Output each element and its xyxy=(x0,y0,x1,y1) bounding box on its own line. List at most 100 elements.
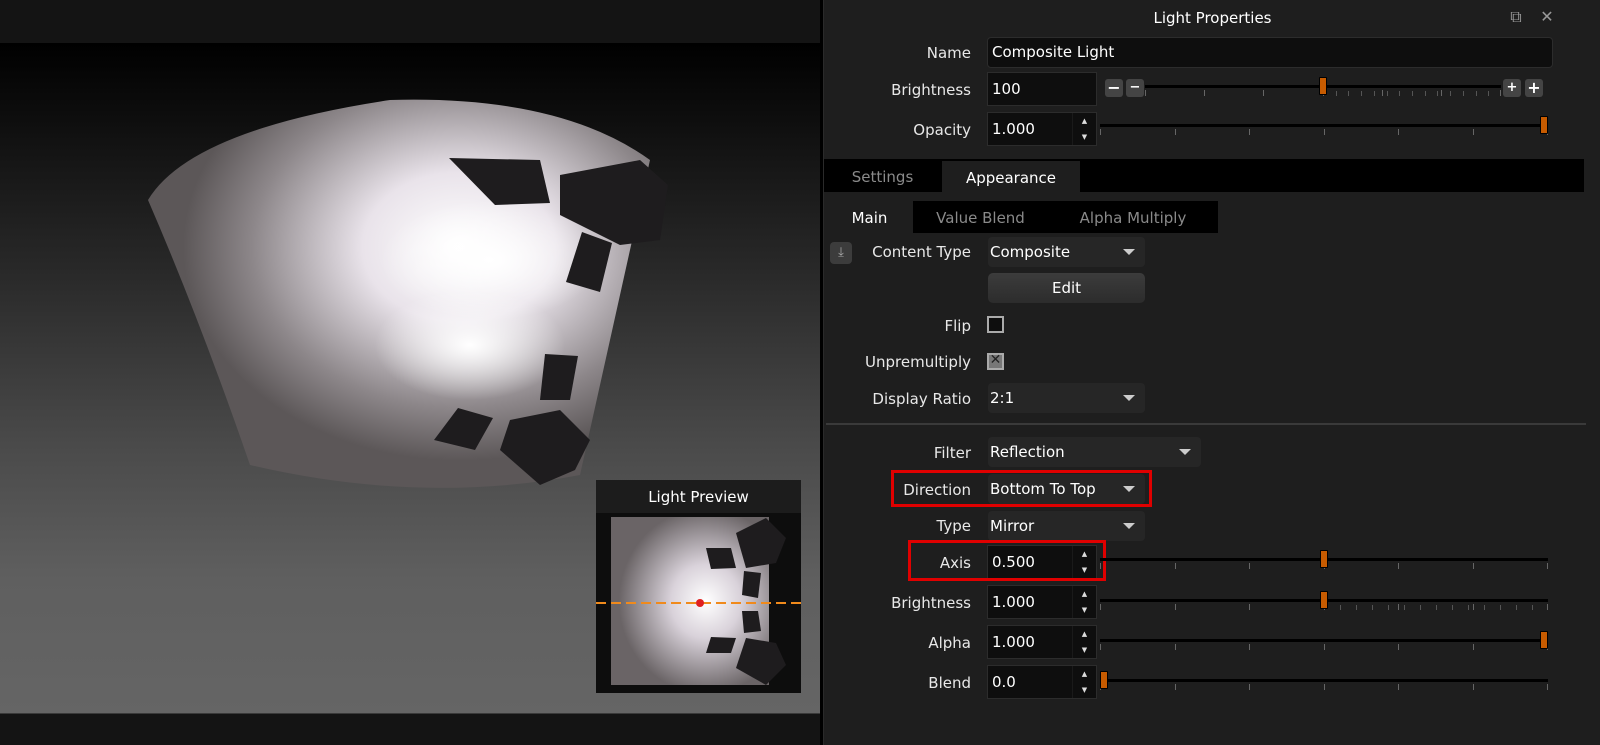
brightness-input[interactable]: 100 xyxy=(987,72,1097,106)
axis-handle[interactable] xyxy=(696,599,704,607)
slider-tick xyxy=(1175,644,1176,650)
edit-button[interactable]: Edit xyxy=(988,273,1145,303)
slider-minor-tick xyxy=(1336,91,1337,96)
slider-tick xyxy=(1100,563,1101,569)
light-preview-panel: Light Preview xyxy=(596,480,801,693)
panel-title: Light Properties xyxy=(1153,9,1272,27)
filter-dropdown[interactable]: Reflection xyxy=(988,437,1201,467)
direction-dropdown[interactable]: Bottom To Top xyxy=(988,474,1145,504)
light-preview-title: Light Preview xyxy=(648,488,749,506)
reflection-brightness-spinner[interactable]: ▲ ▼ xyxy=(1072,586,1096,618)
spin-down-icon[interactable]: ▼ xyxy=(1073,129,1096,145)
slider-tick xyxy=(1175,684,1176,690)
display-ratio-dropdown[interactable]: 2:1 xyxy=(988,383,1145,413)
blend-input[interactable]: 0.0 ▲ ▼ xyxy=(987,665,1097,699)
alpha-input[interactable]: 1.000 ▲ ▼ xyxy=(987,625,1097,659)
spin-down-icon[interactable]: ▼ xyxy=(1073,642,1096,658)
slider-tick xyxy=(1398,563,1399,569)
slider-tick xyxy=(1249,129,1250,135)
slider-minor-tick xyxy=(1436,605,1437,610)
slider-minor-tick xyxy=(1450,91,1451,96)
slider-tick xyxy=(1500,90,1501,96)
axis-input[interactable]: 0.500 ▲ ▼ xyxy=(987,545,1097,579)
blend-slider[interactable] xyxy=(1100,667,1548,697)
flip-checkbox[interactable] xyxy=(987,316,1004,333)
opacity-slider[interactable] xyxy=(1100,112,1548,142)
restore-window-icon[interactable]: ⧉ xyxy=(1507,8,1525,26)
opacity-input[interactable]: 1.000 ▲ ▼ xyxy=(987,112,1097,146)
spin-up-icon[interactable]: ▲ xyxy=(1073,666,1096,682)
slider-minor-tick xyxy=(1476,91,1477,96)
display-ratio-label: Display Ratio xyxy=(872,390,971,408)
chevron-down-icon xyxy=(1123,523,1135,529)
unpremultiply-checkbox[interactable] xyxy=(987,352,1004,370)
slider-minor-tick xyxy=(1516,605,1517,610)
slider-thumb[interactable] xyxy=(1100,671,1108,689)
slider-thumb[interactable] xyxy=(1320,550,1328,568)
spin-up-icon[interactable]: ▲ xyxy=(1073,113,1096,129)
slider-thumb[interactable] xyxy=(1319,77,1327,95)
slider-tick xyxy=(1100,644,1101,650)
slider-tick xyxy=(1324,129,1325,135)
slider-tick xyxy=(1100,129,1101,135)
subtab-value-blend[interactable]: Value Blend xyxy=(913,201,1048,233)
slider-track[interactable] xyxy=(1100,639,1548,642)
spin-up-icon[interactable]: ▲ xyxy=(1073,586,1096,602)
chevron-down-icon xyxy=(1123,249,1135,255)
subtab-alpha-multiply[interactable]: Alpha Multiply xyxy=(1048,201,1218,233)
slider-minor-tick xyxy=(1463,91,1464,96)
spin-up-icon[interactable]: ▲ xyxy=(1073,626,1096,642)
slider-minor-tick xyxy=(1399,91,1400,96)
viewport-3d[interactable]: Light Preview xyxy=(0,0,820,745)
section-divider xyxy=(826,423,1586,425)
light-properties-panel: Light Properties ⧉ ✕ Name Composite Ligh… xyxy=(823,0,1600,745)
slider-tick xyxy=(1473,644,1474,650)
slider-minor-tick xyxy=(1532,605,1533,610)
opacity-label: Opacity xyxy=(913,121,971,139)
tab-appearance[interactable]: Appearance xyxy=(941,160,1081,192)
subtab-main[interactable]: Main xyxy=(826,201,913,233)
type-dropdown[interactable]: Mirror xyxy=(988,511,1145,541)
slider-tick xyxy=(1473,563,1474,569)
reflection-brightness-input[interactable]: 1.000 ▲ ▼ xyxy=(987,585,1097,619)
slider-thumb[interactable] xyxy=(1540,116,1548,134)
blend-spinner[interactable]: ▲ ▼ xyxy=(1072,666,1096,698)
slider-thumb[interactable] xyxy=(1320,591,1328,609)
increase-large-button[interactable]: + xyxy=(1525,79,1543,97)
spin-down-icon[interactable]: ▼ xyxy=(1073,602,1096,618)
content-type-dropdown[interactable]: Composite xyxy=(988,237,1145,267)
slider-minor-tick xyxy=(1340,605,1341,610)
slider-tick xyxy=(1145,90,1146,96)
slider-minor-tick xyxy=(1348,91,1349,96)
light-preview-canvas[interactable] xyxy=(596,513,801,693)
increase-small-button[interactable]: + xyxy=(1503,79,1521,97)
content-type-label: Content Type xyxy=(872,243,971,261)
reflection-brightness-slider[interactable] xyxy=(1100,587,1548,617)
brightness-slider[interactable] xyxy=(1145,73,1501,103)
opacity-spinner[interactable]: ▲ ▼ xyxy=(1072,113,1096,145)
viewport-scene[interactable]: Light Preview xyxy=(0,43,820,713)
tab-settings[interactable]: Settings xyxy=(824,160,941,192)
viewport-bottom-bar xyxy=(0,713,820,745)
spin-down-icon[interactable]: ▼ xyxy=(1073,562,1096,578)
opacity-value: 1.000 xyxy=(992,120,1035,138)
alpha-slider[interactable] xyxy=(1100,627,1548,657)
slider-minor-tick xyxy=(1468,605,1469,610)
spin-down-icon[interactable]: ▼ xyxy=(1073,682,1096,698)
slider-minor-tick xyxy=(1488,91,1489,96)
decrease-small-button[interactable]: − xyxy=(1126,79,1144,97)
slider-thumb[interactable] xyxy=(1540,631,1548,649)
decrease-large-button[interactable]: − xyxy=(1105,79,1123,97)
slider-track[interactable] xyxy=(1100,124,1548,127)
slider-minor-tick xyxy=(1500,605,1501,610)
spin-up-icon[interactable]: ▲ xyxy=(1073,546,1096,562)
close-icon[interactable]: ✕ xyxy=(1538,8,1556,26)
slider-tick xyxy=(1547,684,1548,690)
name-input[interactable]: Composite Light xyxy=(987,37,1553,68)
slider-tick xyxy=(1100,604,1101,610)
axis-spinner[interactable]: ▲ ▼ xyxy=(1072,546,1096,578)
axis-value: 0.500 xyxy=(992,553,1035,571)
axis-slider[interactable] xyxy=(1100,546,1548,576)
slider-track[interactable] xyxy=(1100,679,1548,682)
alpha-spinner[interactable]: ▲ ▼ xyxy=(1072,626,1096,658)
